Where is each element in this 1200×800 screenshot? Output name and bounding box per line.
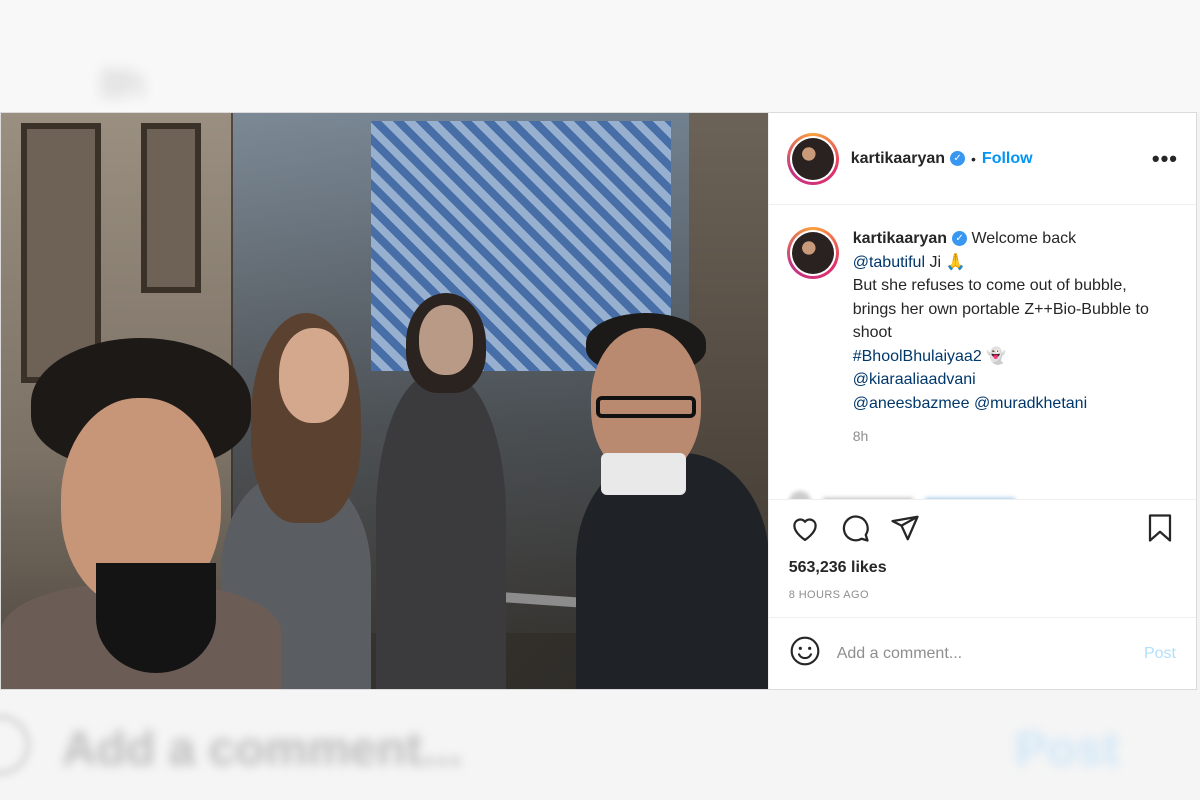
- mention-link[interactable]: @aneesbazmee: [853, 395, 970, 412]
- separator-dot: •: [971, 150, 976, 167]
- caption-avatar-image: [791, 232, 834, 274]
- mention-link[interactable]: @kiaraaliaadvani: [853, 371, 976, 388]
- hashtag-link[interactable]: #BhoolBhulaiyaa2: [853, 348, 982, 365]
- caption-username-link[interactable]: kartikaaryan: [853, 230, 947, 247]
- comments-area[interactable]: kartikaaryan ✓ Welcome back @tabutiful Ji…: [769, 205, 1196, 499]
- mention-link[interactable]: @muradkhetani: [974, 395, 1087, 412]
- caption-line: Welcome back: [971, 230, 1077, 247]
- avatar-border: [789, 135, 836, 182]
- post-button[interactable]: Post: [1144, 645, 1176, 663]
- caption-line: But she refuses to come out of bubble, b…: [852, 277, 1149, 341]
- share-icon[interactable]: [887, 510, 923, 546]
- next-comment-preview: [788, 491, 1089, 499]
- post-timestamp: 8 HOURS AGO: [788, 589, 869, 601]
- backdrop-time: 8h: [100, 62, 145, 106]
- add-comment-bar: Post: [768, 617, 1196, 689]
- backdrop-add-comment: Add a comment...: [62, 723, 463, 776]
- action-bar: [768, 499, 1196, 555]
- mention-link[interactable]: @tabutiful: [853, 254, 925, 271]
- more-options-icon[interactable]: •••: [1152, 146, 1178, 172]
- photo-wall-frame: [141, 123, 201, 293]
- caption-avatar[interactable]: [786, 227, 839, 279]
- avatar[interactable]: [786, 132, 839, 185]
- emoji-icon[interactable]: [789, 635, 821, 672]
- caption-time: 8h: [852, 428, 869, 444]
- post-sidebar: kartikaaryan ✓ • Follow ••• kartikaaryan…: [767, 113, 1196, 689]
- bookmark-icon[interactable]: [1142, 510, 1178, 546]
- photo-wall-frame: [21, 123, 101, 383]
- caption-avatar-border: [789, 230, 836, 276]
- follow-button[interactable]: Follow: [982, 150, 1033, 168]
- ghost-emoji: 👻: [986, 347, 1007, 365]
- caption-line: Ji 🙏: [925, 253, 966, 271]
- backdrop-post: Post: [1015, 723, 1120, 776]
- comment-icon[interactable]: [837, 510, 873, 546]
- comment-input[interactable]: [836, 644, 1117, 663]
- backdrop-top: [0, 0, 1200, 112]
- caption-text: kartikaaryan ✓ Welcome back @tabutiful Ji…: [853, 227, 1173, 449]
- verified-badge-icon: ✓: [952, 231, 968, 247]
- post-caption: kartikaaryan ✓ Welcome back @tabutiful Ji…: [786, 227, 1178, 449]
- post-photo[interactable]: [1, 113, 768, 689]
- verified-badge-icon: ✓: [950, 151, 966, 166]
- likes-count[interactable]: 563,236 likes: [769, 555, 1196, 577]
- heart-icon[interactable]: [787, 510, 823, 546]
- username-link[interactable]: kartikaaryan: [851, 150, 945, 168]
- instagram-post-card: kartikaaryan ✓ • Follow ••• kartikaaryan…: [0, 112, 1197, 690]
- avatar-image: [791, 137, 834, 180]
- post-header: kartikaaryan ✓ • Follow •••: [768, 113, 1196, 205]
